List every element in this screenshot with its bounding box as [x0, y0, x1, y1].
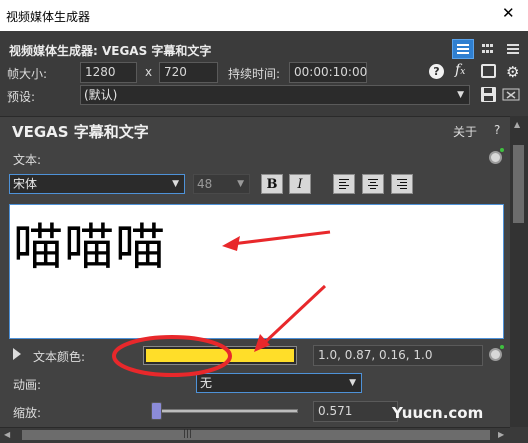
arrow-to-text: [222, 230, 331, 251]
watermark: Yuucn.com: [392, 404, 484, 422]
arrow-to-color: [254, 284, 327, 352]
annotation-overlay: [112, 230, 331, 377]
color-highlight-ellipse: [112, 335, 232, 377]
